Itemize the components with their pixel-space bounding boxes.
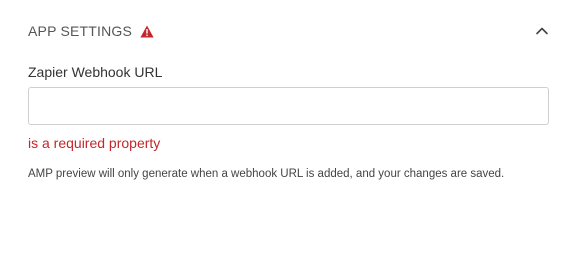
webhook-url-label: Zapier Webhook URL xyxy=(28,64,163,80)
webhook-url-input[interactable] xyxy=(28,87,549,125)
chevron-up-icon[interactable] xyxy=(534,23,550,39)
warning-triangle-icon xyxy=(140,25,154,38)
app-settings-section: APP SETTINGS Zapier Webhook URL is a req… xyxy=(0,0,578,268)
help-text: AMP preview will only generate when a we… xyxy=(28,168,505,180)
app-settings-header[interactable]: APP SETTINGS xyxy=(28,20,550,42)
section-title: APP SETTINGS xyxy=(28,23,133,39)
required-error-message: is a required property xyxy=(28,135,161,151)
